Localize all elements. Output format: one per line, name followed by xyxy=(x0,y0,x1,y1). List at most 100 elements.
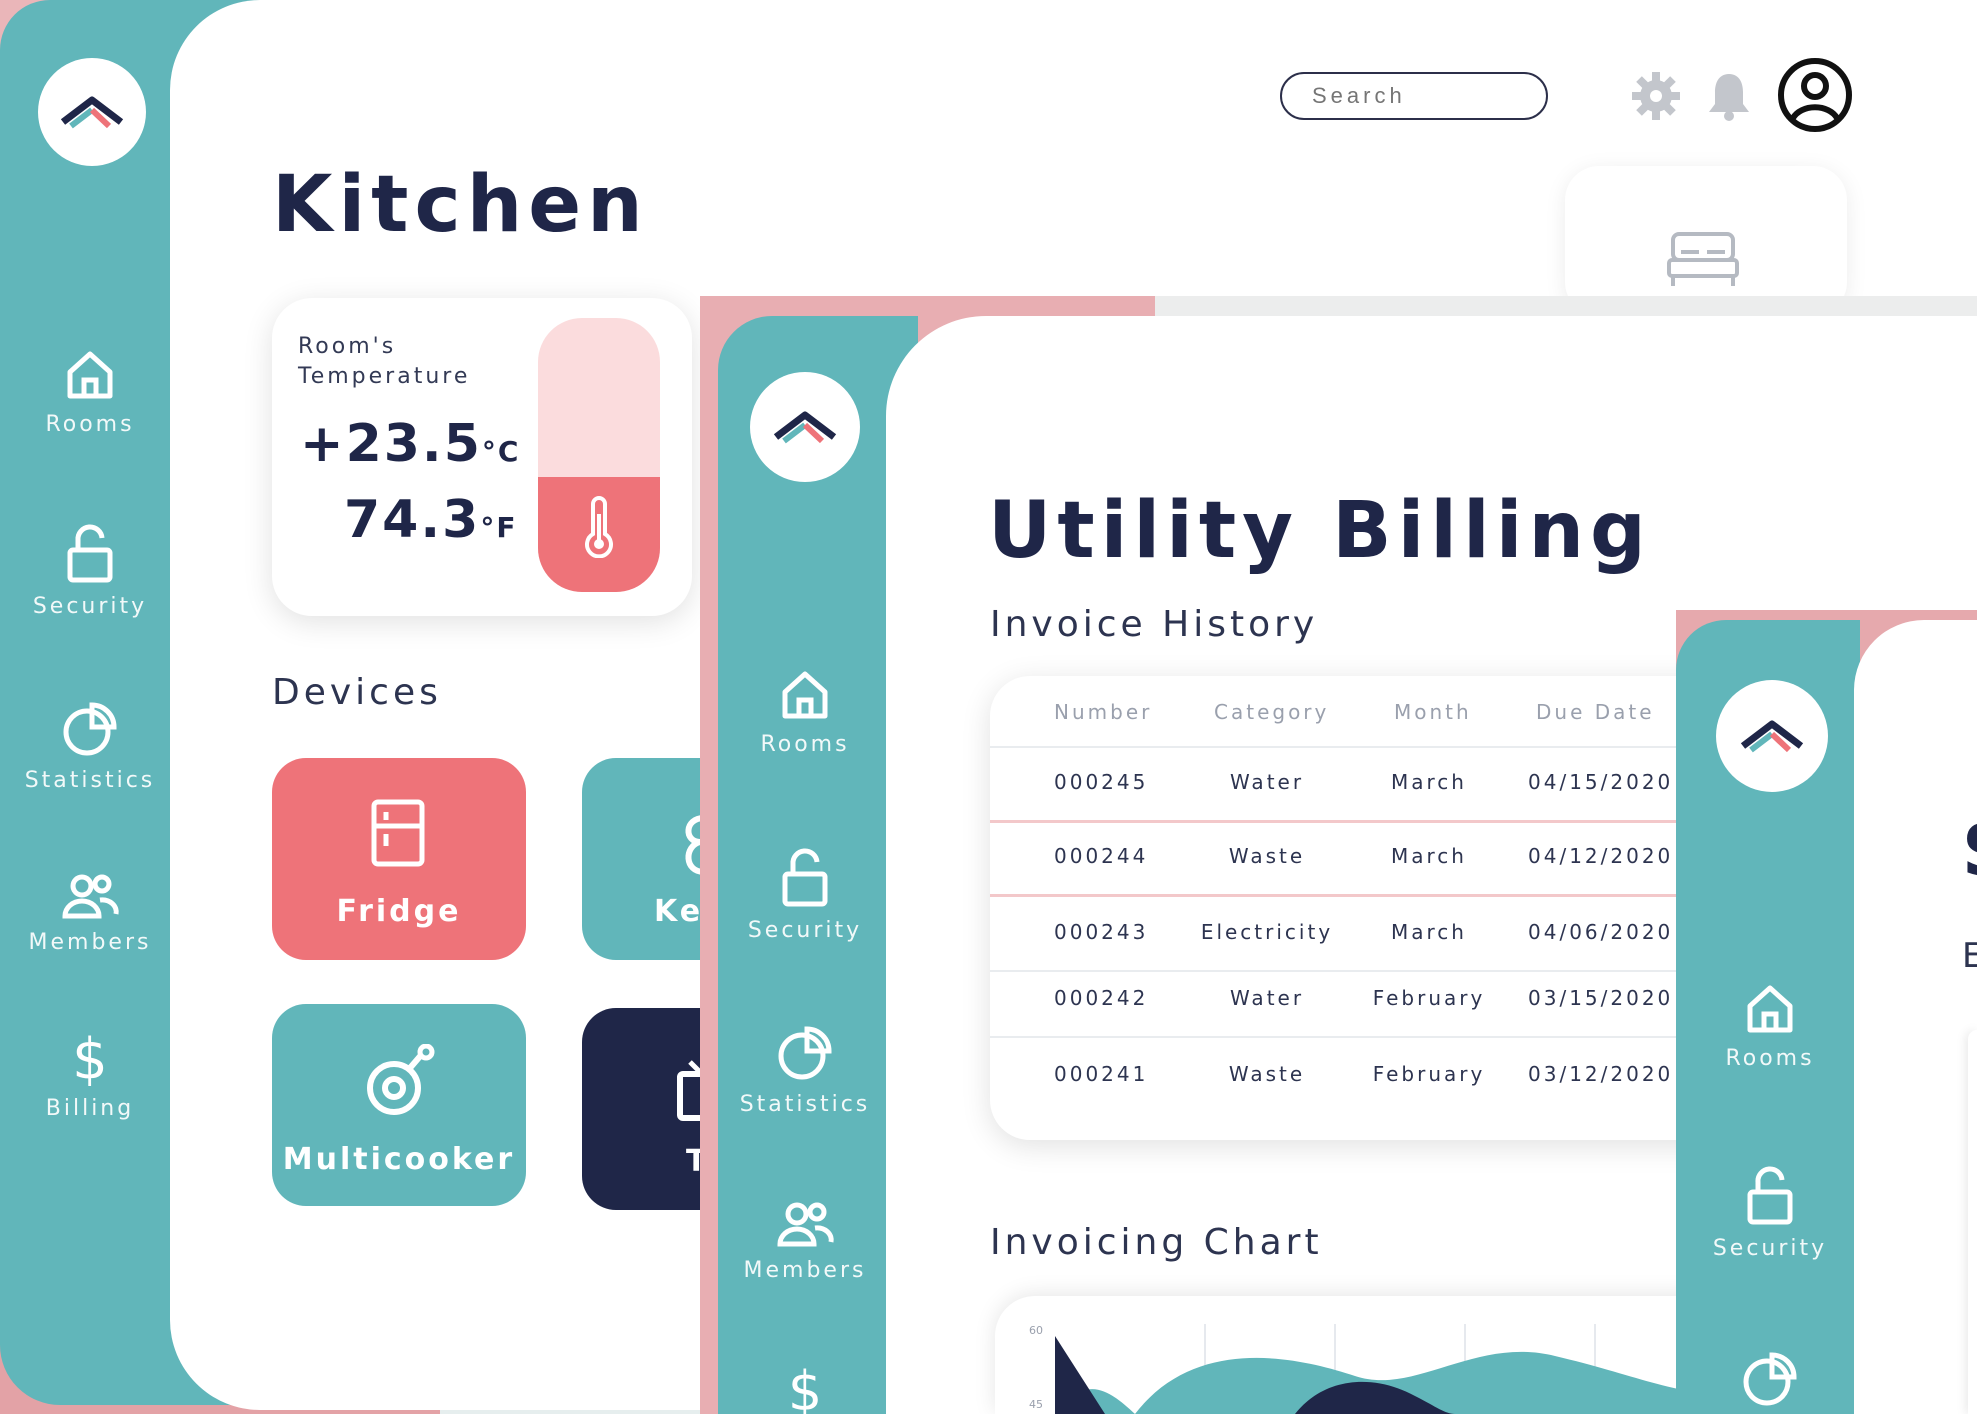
table-cell: March xyxy=(1391,844,1467,868)
table-cell: 04/06/2020 xyxy=(1528,920,1674,944)
sidebar-item-label: Rooms xyxy=(45,412,135,437)
sidebar-item-statistics[interactable]: Statistics xyxy=(735,1024,875,1117)
page-title: Utility Billing xyxy=(988,486,1652,576)
invoicing-chart: 60 45 xyxy=(995,1296,1695,1414)
table-cell: 000245 xyxy=(1054,770,1149,794)
device-label: Multicooker xyxy=(282,1142,516,1177)
sidebar-item-statistics[interactable]: Statistics xyxy=(20,700,160,793)
column-header-number[interactable]: Number xyxy=(1054,700,1152,724)
section-heading: E xyxy=(1962,936,1977,976)
table-cell: Water xyxy=(1229,986,1305,1010)
lock-icon xyxy=(1742,1164,1798,1226)
column-header-due-date[interactable]: Due Date xyxy=(1536,700,1655,724)
table-cell: 000242 xyxy=(1054,986,1149,1010)
thermometer-icon xyxy=(578,496,620,558)
device-card-fridge[interactable]: Fridge xyxy=(272,758,526,960)
gear-icon[interactable] xyxy=(1630,70,1682,122)
sidebar-item-rooms[interactable]: Rooms xyxy=(20,346,160,437)
multicooker-icon xyxy=(360,1044,438,1120)
roof-logo-icon xyxy=(1740,720,1804,753)
devices-heading: Devices xyxy=(272,672,442,713)
sidebar-item-security[interactable]: Security xyxy=(20,522,160,619)
table-cell: 000241 xyxy=(1054,1062,1149,1086)
sidebar-item-rooms[interactable]: Rooms xyxy=(1700,980,1840,1071)
fridge-icon xyxy=(368,798,428,868)
search-input[interactable] xyxy=(1280,72,1548,120)
sidebar-item-members[interactable]: Members xyxy=(20,872,160,955)
pie-chart-icon xyxy=(61,700,119,758)
lock-icon xyxy=(777,846,833,908)
temperature-fahrenheit: 74.3°F xyxy=(344,490,518,550)
third-main-panel xyxy=(1854,620,1977,1414)
dollar-icon: $ xyxy=(70,1028,110,1086)
table-divider xyxy=(990,894,1680,897)
device-label: Fridge xyxy=(336,894,462,929)
temperature-label: Room's Temperature xyxy=(298,334,471,389)
device-card-multicooker[interactable]: Multicooker xyxy=(272,1004,526,1206)
table-cell: Electricity xyxy=(1200,920,1334,944)
table-cell: February xyxy=(1372,986,1486,1010)
chart-area-series xyxy=(1055,1336,1105,1414)
table-cell: March xyxy=(1391,920,1467,944)
app-logo[interactable] xyxy=(38,58,146,166)
invoicing-chart-svg: 60 45 xyxy=(1029,1324,1695,1414)
column-header-month[interactable]: Month xyxy=(1394,700,1472,724)
sidebar-item-billing[interactable]: $ Billing xyxy=(20,1028,160,1121)
table-cell: Waste xyxy=(1228,844,1306,868)
page-title: Kitchen xyxy=(272,160,649,250)
sidebar-item-label: Members xyxy=(28,930,152,955)
table-cell: February xyxy=(1372,1062,1486,1086)
chart-tick-label: 60 xyxy=(1029,1324,1043,1337)
user-avatar-icon[interactable] xyxy=(1776,56,1854,134)
dollar-icon: $ xyxy=(785,1362,825,1414)
sidebar-item-statistics[interactable] xyxy=(1700,1350,1840,1408)
home-icon xyxy=(62,346,118,402)
table-cell: 000243 xyxy=(1054,920,1149,944)
sidebar-item-label: Billing xyxy=(45,1096,135,1121)
svg-text:$: $ xyxy=(72,1028,108,1086)
table-divider xyxy=(990,970,1680,972)
sidebar-item-security[interactable]: Security xyxy=(735,846,875,943)
members-icon xyxy=(775,1200,835,1248)
members-icon xyxy=(60,872,120,920)
sidebar-item-label: Members xyxy=(743,1258,867,1283)
invoicing-chart-heading: Invoicing Chart xyxy=(990,1222,1323,1263)
sidebar-item-label: Statistics xyxy=(739,1092,871,1117)
sidebar-item-billing[interactable]: $ xyxy=(735,1362,875,1414)
table-divider xyxy=(990,746,1680,748)
chart-tick-label: 45 xyxy=(1029,1398,1043,1411)
roof-logo-icon xyxy=(60,96,124,129)
column-header-category[interactable]: Category xyxy=(1214,700,1329,724)
sidebar-item-security[interactable]: Security xyxy=(1700,1164,1840,1261)
sidebar-item-label: Rooms xyxy=(760,732,850,757)
app-logo[interactable] xyxy=(1716,680,1828,792)
pie-chart-icon xyxy=(776,1024,834,1082)
sidebar-item-label: Statistics xyxy=(24,768,156,793)
table-divider xyxy=(990,820,1680,823)
svg-text:$: $ xyxy=(788,1362,822,1414)
table-divider xyxy=(990,1036,1680,1038)
sidebar-item-label: Security xyxy=(747,918,863,943)
sidebar-item-members[interactable]: Members xyxy=(735,1200,875,1283)
card xyxy=(1968,1030,1977,1414)
lock-icon xyxy=(62,522,118,584)
table-cell: 04/12/2020 xyxy=(1528,844,1674,868)
sidebar-item-label: Rooms xyxy=(1725,1046,1815,1071)
sidebar-item-rooms[interactable]: Rooms xyxy=(735,666,875,757)
app-logo[interactable] xyxy=(750,372,860,482)
home-icon xyxy=(777,666,833,722)
bed-icon xyxy=(1665,230,1741,290)
table-cell: 03/15/2020 xyxy=(1528,986,1674,1010)
bell-icon[interactable] xyxy=(1704,70,1754,122)
table-cell: Waste xyxy=(1228,1062,1306,1086)
table-cell: Water xyxy=(1229,770,1305,794)
roof-logo-icon xyxy=(773,411,837,444)
billing-background-top xyxy=(1155,296,1977,316)
temperature-celsius: +23.5°C xyxy=(300,414,521,474)
table-cell: 03/12/2020 xyxy=(1528,1062,1674,1086)
sidebar-item-label: Security xyxy=(1712,1236,1828,1261)
page-title: S xyxy=(1962,810,1977,892)
table-cell: 04/15/2020 xyxy=(1528,770,1674,794)
table-cell: March xyxy=(1391,770,1467,794)
home-icon xyxy=(1742,980,1798,1036)
